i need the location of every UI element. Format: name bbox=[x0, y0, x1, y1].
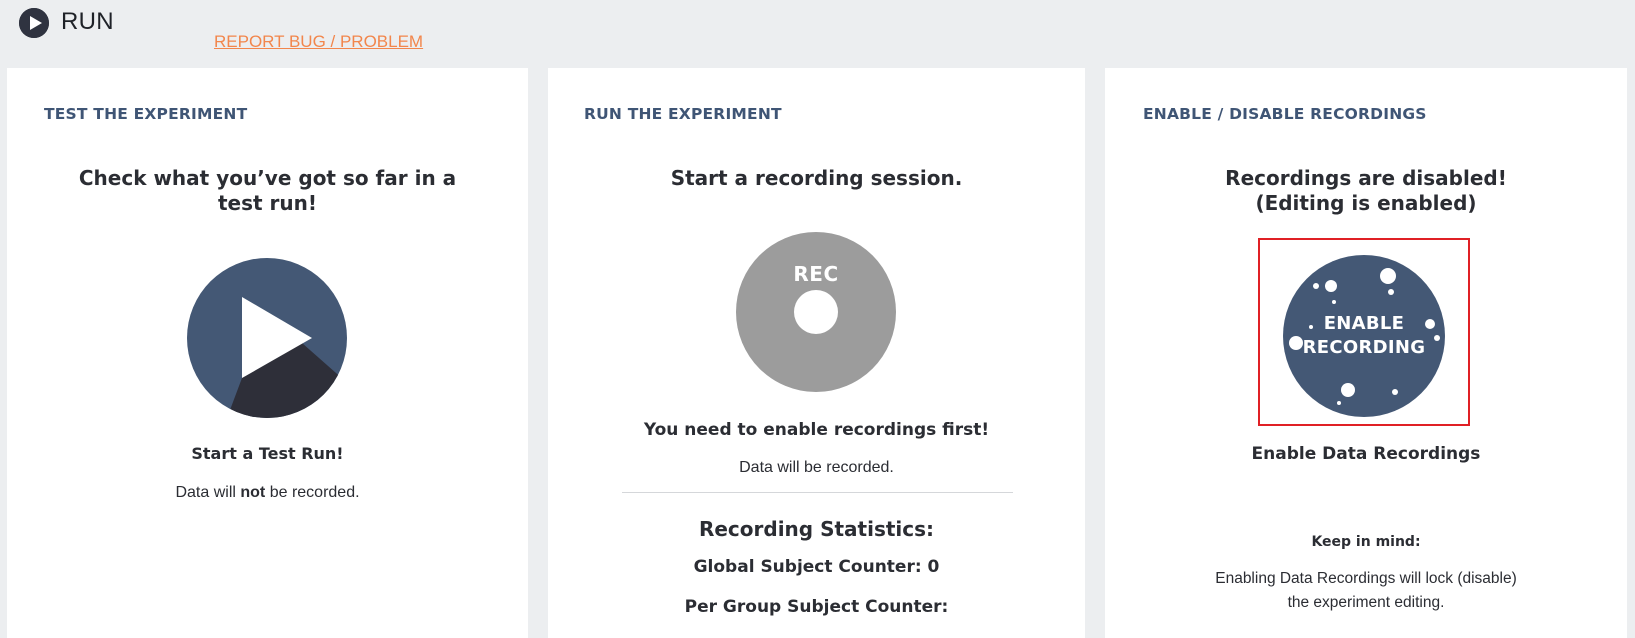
test-experiment-card: TEST THE EXPERIMENT Check what you’ve go… bbox=[7, 68, 528, 638]
test-note: Data will not be recorded. bbox=[7, 482, 528, 504]
test-note-suffix: be recorded. bbox=[265, 484, 360, 501]
enable-recording-label: ENABLE RECORDING bbox=[1283, 312, 1445, 360]
test-headline-line1: Check what you’ve got so far in a bbox=[78, 166, 457, 190]
run-note: Data will be recorded. bbox=[739, 459, 894, 476]
test-note-bold: not bbox=[240, 484, 266, 501]
recordings-headline: Recordings are disabled! (Editing is ena… bbox=[1105, 166, 1627, 216]
recordings-headline-line2: (Editing is enabled) bbox=[1255, 191, 1477, 215]
enable-recording-button[interactable]: ENABLE RECORDING bbox=[1283, 255, 1445, 417]
play-circle-icon bbox=[19, 8, 49, 38]
enable-data-recordings-label: Enable Data Recordings bbox=[1251, 444, 1481, 464]
test-headline: Check what you’ve got so far in a test r… bbox=[7, 166, 528, 216]
start-test-run-label: Start a Test Run! bbox=[191, 444, 344, 463]
per-group-subject-counter: Per Group Subject Counter: bbox=[684, 597, 949, 617]
test-headline-line2: test run! bbox=[217, 191, 317, 215]
enable-recording-highlight[interactable]: ENABLE RECORDING bbox=[1258, 238, 1470, 426]
play-icon bbox=[187, 258, 347, 418]
enable-recording-label-line1: ENABLE bbox=[1323, 313, 1405, 334]
report-bug-link[interactable]: REPORT BUG / PROBLEM bbox=[214, 31, 423, 53]
top-bar: RUN REPORT BUG / PROBLEM bbox=[0, 0, 1635, 68]
card-heading-run: RUN THE EXPERIMENT bbox=[584, 105, 782, 123]
card-heading-test: TEST THE EXPERIMENT bbox=[44, 105, 248, 123]
keep-in-mind-label: Keep in mind: bbox=[1311, 534, 1421, 550]
global-subject-counter: Global Subject Counter: 0 bbox=[693, 557, 940, 577]
start-test-run-button[interactable] bbox=[187, 258, 347, 418]
divider bbox=[622, 492, 1013, 493]
card-heading-recordings: ENABLE / DISABLE RECORDINGS bbox=[1143, 105, 1427, 123]
recording-statistics-title: Recording Statistics: bbox=[698, 517, 935, 541]
enable-recording-label-line2: RECORDING bbox=[1302, 337, 1426, 358]
recordings-card: ENABLE / DISABLE RECORDINGS Recordings a… bbox=[1105, 68, 1627, 638]
run-headline: Start a recording session. bbox=[670, 166, 963, 190]
recordings-warning: Enabling Data Recordings will lock (disa… bbox=[1105, 567, 1627, 615]
page-title: RUN bbox=[61, 8, 114, 35]
run-experiment-card: RUN THE EXPERIMENT Start a recording ses… bbox=[548, 68, 1085, 638]
rec-button[interactable]: REC bbox=[736, 232, 896, 392]
test-note-prefix: Data will bbox=[175, 484, 241, 501]
enable-recordings-first-warning: You need to enable recordings first! bbox=[643, 420, 990, 440]
rec-button-label: REC bbox=[793, 262, 839, 286]
recordings-warning-line2: the experiment editing. bbox=[1287, 594, 1445, 611]
recordings-warning-line1: Enabling Data Recordings will lock (disa… bbox=[1215, 570, 1517, 587]
record-icon bbox=[736, 232, 896, 392]
recordings-headline-line1: Recordings are disabled! bbox=[1225, 166, 1507, 190]
